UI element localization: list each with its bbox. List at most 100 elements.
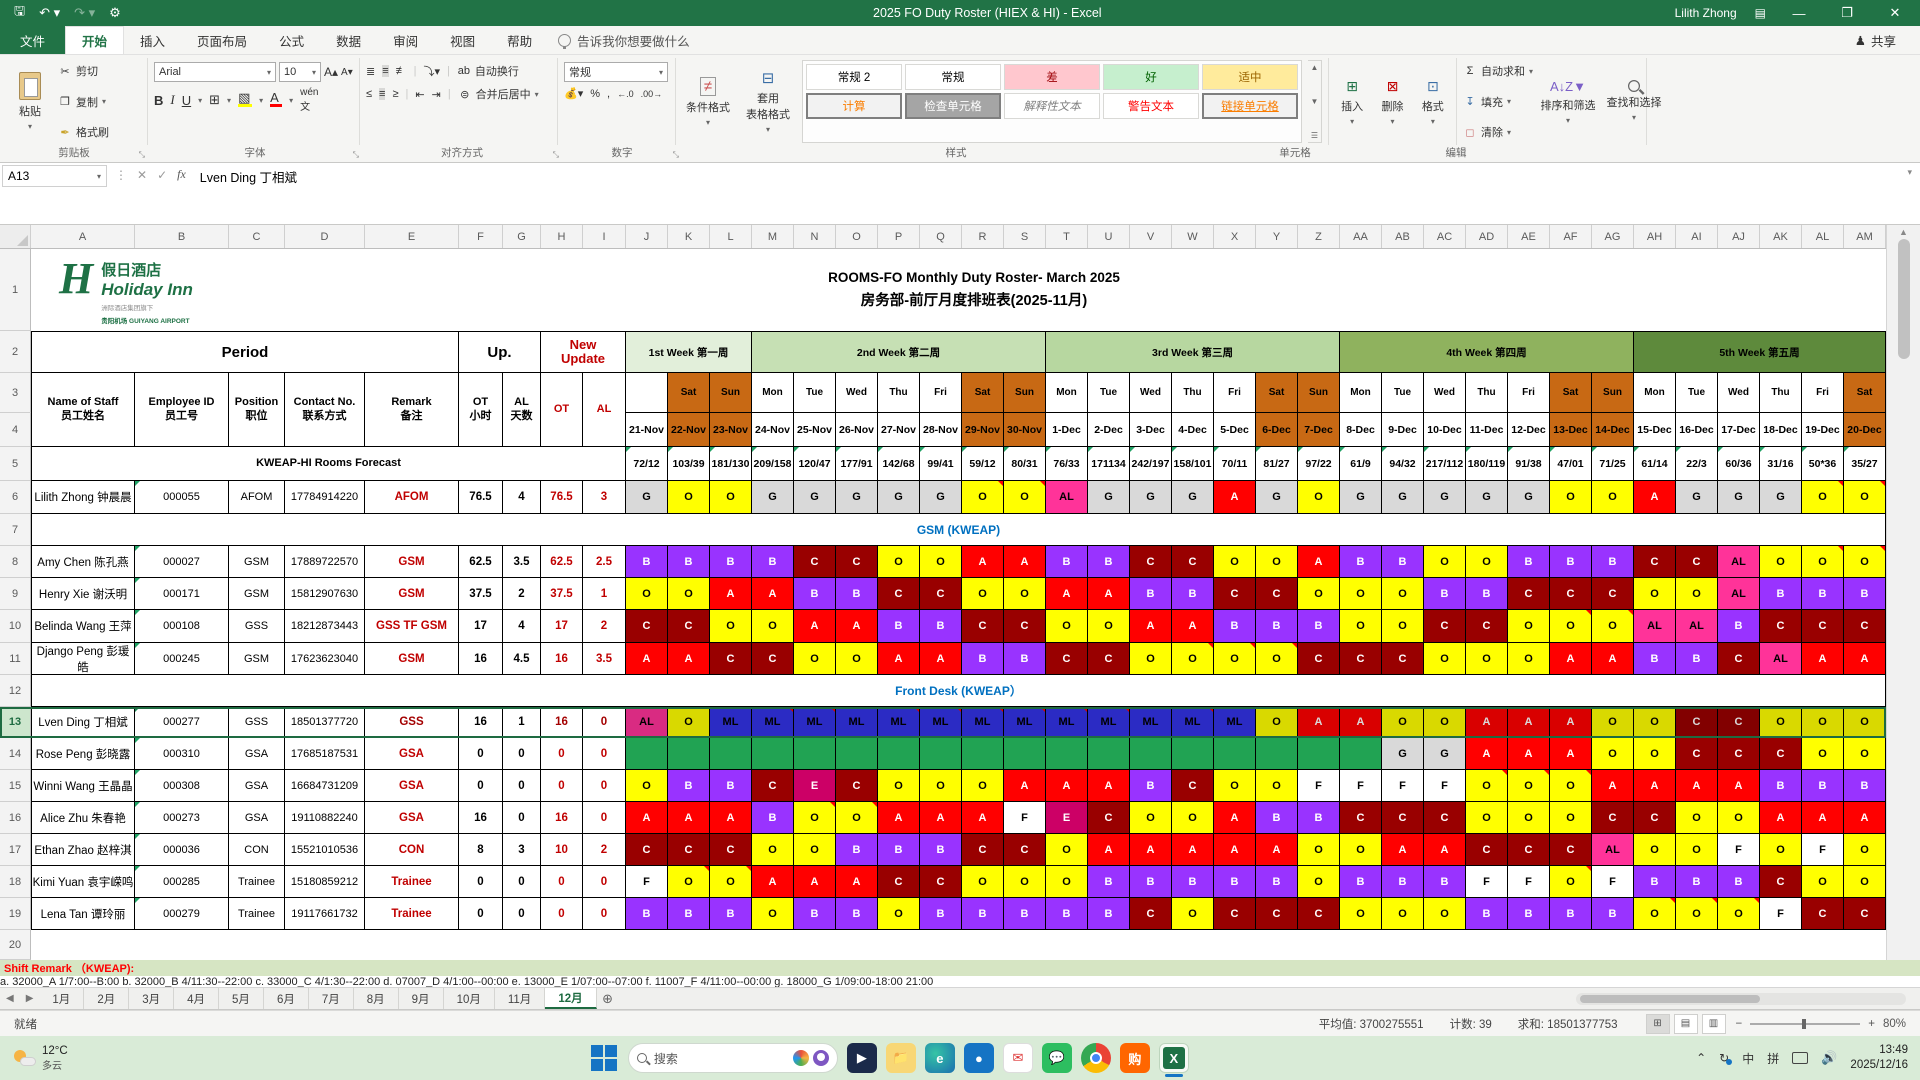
shift-cell[interactable]: O [710, 866, 752, 898]
shift-cell[interactable]: B [836, 578, 878, 610]
shift-cell[interactable]: B [752, 802, 794, 834]
day-name-17[interactable]: Mon [1340, 373, 1382, 413]
display-icon[interactable] [1792, 1052, 1809, 1064]
scroll-up-icon[interactable]: ▲ [1899, 227, 1908, 237]
shift-cell[interactable]: C [1760, 610, 1802, 643]
shift-cell[interactable]: B [1298, 610, 1340, 643]
shift-cell[interactable]: O [1676, 578, 1718, 610]
zoom-level[interactable]: 80% [1883, 1018, 1906, 1030]
shift-cell[interactable]: A [1550, 707, 1592, 738]
shift-cell[interactable]: O [1256, 770, 1298, 802]
cell-style-适中[interactable]: 适中 [1202, 64, 1298, 90]
day-name-8[interactable]: Sat [962, 373, 1004, 413]
shift-cell[interactable]: G [1718, 481, 1760, 514]
shift-cell[interactable]: F [1718, 834, 1760, 866]
shift-cell[interactable]: O [1802, 707, 1844, 738]
shift-cell[interactable]: B [1256, 866, 1298, 898]
ribbon-display-options-icon[interactable]: ▤ [1755, 6, 1766, 20]
shift-cell[interactable]: B [1004, 898, 1046, 930]
position[interactable]: Trainee [229, 898, 285, 930]
day-name-29[interactable]: Sat [1844, 373, 1886, 413]
staff-name[interactable]: Winni Wang 王晶晶 [31, 770, 135, 802]
employee-id[interactable]: 000171 [135, 578, 229, 610]
date-12-Dec[interactable]: 12-Dec [1508, 413, 1550, 447]
shift-cell[interactable]: F [1298, 770, 1340, 802]
app-icon-chrome[interactable] [1080, 1043, 1111, 1073]
employee-id[interactable]: 000310 [135, 738, 229, 770]
shift-cell[interactable]: B [1802, 578, 1844, 610]
shift-cell[interactable] [962, 738, 1004, 770]
al-days[interactable]: 0 [503, 738, 541, 770]
shift-cell[interactable]: O [1676, 802, 1718, 834]
shift-cell[interactable]: A [920, 643, 962, 675]
shift-cell[interactable]: O [1718, 898, 1760, 930]
speaker-icon[interactable]: 🔊 [1821, 1050, 1837, 1066]
shift-cell[interactable]: ML [1004, 707, 1046, 738]
column-header-T[interactable]: T [1046, 225, 1088, 248]
remark[interactable]: GSM [365, 643, 459, 675]
shift-cell[interactable]: AL [1676, 610, 1718, 643]
shift-cell[interactable]: O [1466, 770, 1508, 802]
shift-cell[interactable]: F [1382, 770, 1424, 802]
forecast-22[interactable]: 47/01 [1550, 447, 1592, 481]
grow-font-icon[interactable]: A▴ [324, 65, 338, 79]
shift-cell[interactable]: C [1130, 546, 1172, 578]
day-name-4[interactable]: Tue [794, 373, 836, 413]
row-header-20[interactable]: 20 [0, 930, 31, 960]
shift-cell[interactable]: O [1172, 802, 1214, 834]
column-header-E[interactable]: E [365, 225, 459, 248]
font-color-icon[interactable]: A [270, 91, 283, 107]
shift-cell[interactable]: B [1256, 802, 1298, 834]
shift-cell[interactable]: B [878, 610, 920, 643]
ot-hours[interactable]: 37.5 [459, 578, 503, 610]
shift-cell[interactable]: B [1214, 866, 1256, 898]
shift-cell[interactable]: A [626, 802, 668, 834]
cell-style-常规 2[interactable]: 常规 2 [806, 64, 902, 90]
shift-cell[interactable]: C [962, 610, 1004, 643]
redo-icon[interactable]: ↷ ▾ [74, 5, 95, 21]
remark[interactable]: GSS TF GSM [365, 610, 459, 643]
shift-cell[interactable]: C [1760, 866, 1802, 898]
ot-hours[interactable]: 76.5 [459, 481, 503, 514]
close-button[interactable]: ✕ [1880, 5, 1910, 21]
shift-cell[interactable]: C [752, 643, 794, 675]
shift-cell[interactable]: B [626, 546, 668, 578]
shift-cell[interactable]: O [1550, 866, 1592, 898]
bold-button[interactable]: B [154, 93, 163, 108]
staff-name[interactable]: Django Peng 彭瑗皓 [31, 643, 135, 675]
ot-new[interactable]: 0 [541, 738, 583, 770]
shift-cell[interactable]: O [1088, 610, 1130, 643]
shift-cell[interactable]: A [1130, 610, 1172, 643]
shift-cell[interactable]: B [794, 578, 836, 610]
shift-cell[interactable]: C [710, 834, 752, 866]
shift-cell[interactable]: C [1508, 834, 1550, 866]
date-16-Dec[interactable]: 16-Dec [1676, 413, 1718, 447]
shift-cell[interactable]: O [836, 802, 878, 834]
shift-cell[interactable]: A [878, 643, 920, 675]
remark[interactable]: GSA [365, 802, 459, 834]
shift-cell[interactable]: O [1802, 866, 1844, 898]
shift-cell[interactable]: B [920, 610, 962, 643]
shift-cell[interactable]: O [1214, 546, 1256, 578]
percent-icon[interactable]: % [590, 88, 600, 100]
horizontal-scrollbar[interactable] [1576, 992, 1906, 1005]
shift-cell[interactable] [794, 738, 836, 770]
shift-cell[interactable]: C [878, 578, 920, 610]
shift-cell[interactable]: A [962, 802, 1004, 834]
shift-cell[interactable]: A [920, 802, 962, 834]
forecast-23[interactable]: 71/25 [1592, 447, 1634, 481]
row-header-12[interactable]: 12 [0, 675, 31, 707]
remark[interactable]: GSM [365, 546, 459, 578]
ot-hours[interactable]: 16 [459, 643, 503, 675]
shift-cell[interactable]: A [1256, 834, 1298, 866]
day-name-11[interactable]: Tue [1088, 373, 1130, 413]
column-header-U[interactable]: U [1088, 225, 1130, 248]
align-top-icon[interactable]: ≣ [366, 65, 375, 78]
forecast-19[interactable]: 217/112 [1424, 447, 1466, 481]
shift-cell[interactable]: O [1424, 707, 1466, 738]
shift-cell[interactable]: A [668, 802, 710, 834]
shift-cell[interactable]: B [1130, 578, 1172, 610]
phonetic-guide-icon[interactable]: wén 文 [300, 87, 318, 113]
day-name-22[interactable]: Sat [1550, 373, 1592, 413]
shift-cell[interactable]: A [1550, 738, 1592, 770]
